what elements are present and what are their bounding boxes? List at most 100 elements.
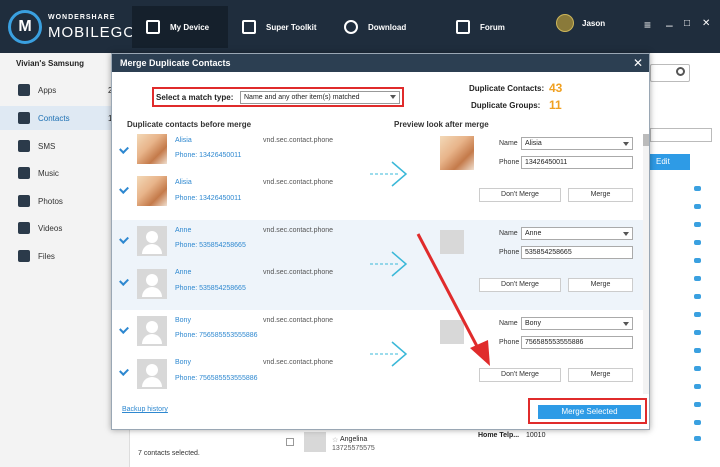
- maximize-icon[interactable]: □: [684, 18, 690, 29]
- brand-bottom: MOBILEGO: [48, 24, 137, 41]
- avatar: [304, 432, 326, 452]
- preview-name: Anne: [525, 230, 542, 237]
- duplicate-group: Alisia Phone: 13426450011 vnd.sec.contac…: [112, 130, 649, 220]
- phone-label: Home Telp...: [478, 432, 520, 439]
- music-icon: [18, 167, 30, 179]
- contact-photo: [137, 316, 167, 346]
- nav-super-toolkit[interactable]: Super Toolkit: [228, 6, 328, 48]
- contact-photo: [137, 359, 167, 389]
- avatar: [556, 14, 574, 32]
- message-icon: [694, 402, 701, 407]
- phone-label: Phone: [499, 159, 520, 166]
- preview-phone: 535854258665: [525, 249, 572, 256]
- menu-icon[interactable]: ≡: [644, 18, 651, 32]
- match-type-box: Select a match type: Name and any other …: [152, 87, 404, 107]
- contact-source: vnd.sec.contact.phone: [263, 317, 334, 324]
- backup-history-link[interactable]: Backup history: [122, 406, 168, 413]
- dont-merge-button[interactable]: Don't Merge: [479, 368, 561, 382]
- checkbox[interactable]: [119, 184, 129, 194]
- merge-selected-button[interactable]: Merge Selected: [538, 405, 641, 419]
- dup-contacts-value: 43: [549, 81, 563, 95]
- checkbox[interactable]: [119, 234, 129, 244]
- name-label: Name: [499, 230, 518, 237]
- merge-button[interactable]: Merge: [568, 368, 633, 382]
- dup-groups-label: Duplicate Groups:: [471, 101, 541, 110]
- merge-arrow-icon: [370, 341, 408, 367]
- close-icon[interactable]: ✕: [702, 18, 710, 29]
- checkbox[interactable]: [119, 144, 129, 154]
- preview-name-select[interactable]: Anne: [521, 227, 633, 240]
- contact-phone: Phone: 13426450011: [175, 195, 242, 202]
- merge-dialog: Merge Duplicate Contacts ✕ Select a matc…: [111, 53, 650, 430]
- message-icon: [694, 222, 701, 227]
- sms-icon: [18, 140, 30, 152]
- nav-forum[interactable]: Forum: [442, 6, 542, 48]
- duplicate-group: Bony Phone: 756585553555886 vnd.sec.cont…: [112, 310, 649, 400]
- files-icon: [18, 250, 30, 262]
- message-icon: [694, 276, 701, 281]
- contact-source: vnd.sec.contact.phone: [263, 137, 334, 144]
- contact-source: vnd.sec.contact.phone: [263, 269, 334, 276]
- globe-icon: [344, 20, 358, 34]
- contact-phone: Phone: 756585553555886: [175, 332, 258, 339]
- dont-merge-button[interactable]: Don't Merge: [479, 188, 561, 202]
- chevron-down-icon: [623, 322, 629, 326]
- dup-contacts-label: Duplicate Contacts:: [469, 84, 545, 93]
- merge-arrow-icon: [370, 161, 408, 187]
- match-type-select[interactable]: Name and any other item(s) matched: [240, 91, 400, 104]
- close-icon[interactable]: ✕: [633, 55, 643, 71]
- preview-phone-field[interactable]: 756585553555886: [521, 336, 633, 349]
- after-merge-heading: Preview look after merge: [394, 120, 489, 129]
- duplicate-group: Anne Phone: 535854258665 vnd.sec.contact…: [112, 220, 649, 310]
- scrollbar-thumb[interactable]: [643, 134, 649, 146]
- row-checkbox[interactable]: [286, 438, 294, 446]
- match-type-value: Name and any other item(s) matched: [244, 94, 360, 101]
- apps-icon: [18, 84, 30, 96]
- chevron-down-icon: [623, 142, 629, 146]
- star-icon[interactable]: ☆: [332, 436, 338, 444]
- message-icon: [694, 186, 701, 191]
- checkbox[interactable]: [119, 276, 129, 286]
- merge-button[interactable]: Merge: [568, 188, 633, 202]
- preview-name-select[interactable]: Bony: [521, 317, 633, 330]
- nav-my-device[interactable]: My Device: [132, 6, 228, 48]
- sidebar-item-label: Videos: [38, 223, 63, 233]
- contact-source: vnd.sec.contact.phone: [263, 179, 334, 186]
- nav-label: Download: [368, 22, 407, 32]
- message-icon: [694, 366, 701, 371]
- checkbox[interactable]: [119, 366, 129, 376]
- nav-label: Forum: [480, 22, 505, 32]
- scrollbar[interactable]: [643, 134, 649, 394]
- preview-phone-field[interactable]: 535854258665: [521, 246, 633, 259]
- user-menu[interactable]: Jason: [556, 14, 605, 32]
- search-input[interactable]: [650, 64, 690, 82]
- merge-arrow-icon: [370, 251, 408, 277]
- message-icon: [694, 258, 701, 263]
- preview-name: Alisia: [525, 140, 542, 147]
- contact-source: vnd.sec.contact.phone: [263, 359, 334, 366]
- preview-name: Bony: [525, 320, 541, 327]
- merge-button[interactable]: Merge: [568, 278, 633, 292]
- message-icon: [694, 330, 701, 335]
- edit-button[interactable]: Edit: [648, 154, 690, 170]
- group-select[interactable]: [650, 128, 712, 142]
- grid-icon: [242, 20, 256, 34]
- sidebar-item-label: Apps: [38, 85, 57, 95]
- merge-selected-highlight: Merge Selected: [528, 398, 647, 424]
- contact-name: Alisia: [175, 179, 192, 186]
- message-icon: [694, 240, 701, 245]
- preview-phone-field[interactable]: 13426450011: [521, 156, 633, 169]
- videos-icon: [18, 222, 30, 234]
- contact-phone: Phone: 13426450011: [175, 152, 242, 159]
- preview-name-select[interactable]: Alisia: [521, 137, 633, 150]
- checkbox[interactable]: [119, 324, 129, 334]
- message-icon: [694, 204, 701, 209]
- contact-source: vnd.sec.contact.phone: [263, 227, 334, 234]
- minimize-icon[interactable]: –: [666, 18, 673, 32]
- device-name: Vivian's Samsung: [16, 59, 85, 68]
- contact-name: Bony: [175, 317, 191, 324]
- sidebar-item-label: Files: [38, 251, 55, 261]
- nav-download[interactable]: Download: [330, 6, 430, 48]
- annotation-arrow-icon: [416, 233, 490, 366]
- before-merge-heading: Duplicate contacts before merge: [127, 120, 252, 129]
